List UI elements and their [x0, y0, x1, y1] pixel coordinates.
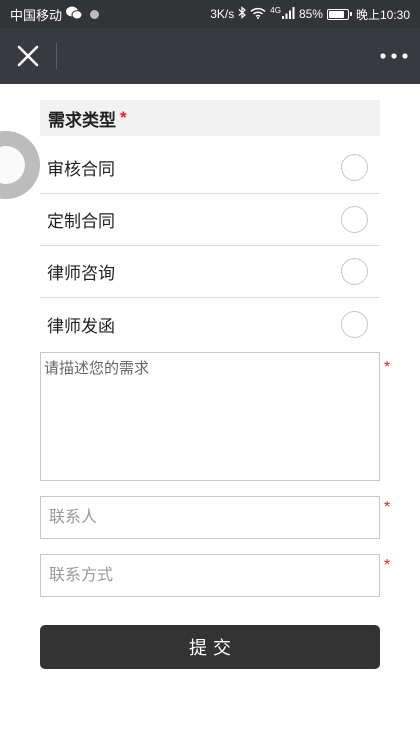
nav-bar: [0, 28, 420, 84]
battery-fill: [328, 10, 345, 18]
clock: 晚上10:30: [355, 7, 410, 22]
option-label: 律师咨询: [47, 264, 115, 283]
app-root: 中国移动 3K/s 4G 85% 晚上10:30 需求类型 * 审核合同 定制合…: [0, 0, 420, 747]
floating-assist-button[interactable]: [0, 131, 40, 199]
close-button[interactable]: [14, 42, 42, 70]
contact-method-required-mark: *: [384, 557, 391, 574]
status-bar: 中国移动 3K/s 4G 85% 晚上10:30: [0, 0, 420, 28]
option-lawyer-consult[interactable]: 律师咨询: [40, 246, 380, 298]
wifi-icon: [250, 7, 266, 22]
status-left: 中国移动: [10, 0, 100, 28]
close-icon: [17, 45, 39, 67]
option-lawyer-letter[interactable]: 律师发函: [40, 298, 380, 350]
required-mark: *: [120, 108, 127, 127]
radio-button[interactable]: [341, 310, 368, 338]
contact-method-input[interactable]: [40, 554, 380, 597]
contact-name-required-mark: *: [384, 499, 391, 516]
option-custom-contract[interactable]: 定制合同: [40, 194, 380, 246]
battery-nub: [349, 12, 352, 16]
nav-divider: [56, 43, 57, 69]
description-textarea[interactable]: [40, 352, 380, 481]
demand-type-options: 审核合同 定制合同 律师咨询 律师发函: [40, 142, 380, 350]
section-header: 需求类型 *: [40, 100, 380, 136]
battery-percent: 85%: [298, 7, 323, 21]
more-button[interactable]: [378, 42, 410, 70]
net-speed: 3K/s: [210, 7, 235, 21]
option-review-contract[interactable]: 审核合同: [40, 142, 380, 194]
notification-dot-icon: [90, 9, 100, 19]
option-label: 审核合同: [47, 160, 115, 179]
battery-icon: [326, 8, 352, 20]
option-label: 定制合同: [47, 212, 115, 231]
more-icon: [380, 53, 408, 59]
signal-icon: [281, 6, 295, 22]
radio-button[interactable]: [341, 258, 368, 285]
option-label: 律师发函: [47, 316, 115, 336]
submit-button[interactable]: 提交: [40, 625, 380, 669]
battery-body: [326, 8, 352, 20]
status-right: 3K/s 4G 85% 晚上10:30: [210, 0, 410, 28]
contact-name-input[interactable]: [40, 496, 380, 539]
radio-button[interactable]: [341, 154, 368, 181]
description-required-mark: *: [384, 359, 391, 376]
carrier-name: 中国移动: [10, 7, 63, 23]
bluetooth-icon: [238, 6, 247, 22]
network-type: 4G: [270, 6, 281, 15]
section-title: 需求类型: [48, 110, 116, 130]
radio-button[interactable]: [341, 206, 368, 233]
wechat-icon: [66, 6, 83, 23]
